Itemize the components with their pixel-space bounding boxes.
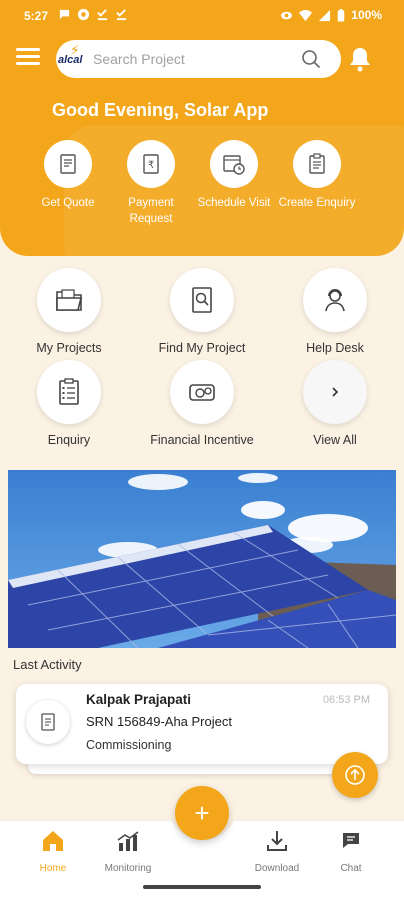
document-icon (41, 713, 55, 731)
download-icon (267, 831, 287, 851)
battery-percent: 100% (351, 8, 382, 22)
message-icon (59, 9, 70, 20)
hamburger-menu-icon[interactable] (16, 48, 40, 68)
app-notification-icon (77, 8, 90, 21)
project-stage: Commissioning (86, 738, 172, 752)
help-desk-label: Help Desk (306, 341, 364, 355)
quote-doc-icon (60, 154, 76, 174)
clipboard-icon (309, 153, 325, 174)
last-activity-card[interactable]: Kalpak Prajapati SRN 156849-Aha Project … (16, 684, 388, 764)
scroll-up-button[interactable] (332, 752, 378, 798)
nav-home-label: Home (39, 863, 67, 874)
search-input[interactable] (93, 49, 293, 69)
battery-icon (338, 8, 345, 22)
notification-bell-icon[interactable] (348, 46, 372, 72)
gesture-home-bar (143, 885, 261, 889)
last-activity-heading: Last Activity (13, 657, 82, 672)
enquiry-label: Enquiry (47, 433, 91, 447)
calendar-clock-icon (223, 155, 245, 175)
get-quote-label: Get Quote (41, 197, 95, 209)
customer-name: Kalpak Prajapati (86, 692, 192, 707)
solar-panels-banner[interactable] (8, 470, 396, 648)
svg-text:₹: ₹ (148, 160, 154, 171)
signal-icon (319, 9, 331, 21)
help-desk-button[interactable]: Help Desk (280, 268, 390, 357)
nav-chat-label: Chat (340, 863, 362, 874)
find-my-project-button[interactable]: Find My Project (147, 268, 257, 357)
check-download-icon (116, 9, 127, 21)
my-projects-label: My Projects (36, 341, 102, 355)
get-quote-button[interactable]: Get Quote (26, 140, 110, 211)
status-notification-icons (58, 8, 128, 21)
project-srn: SRN 156849-Aha Project (86, 714, 232, 729)
status-bar: 5:27 100% (0, 0, 404, 32)
schedule-visit-label: Schedule Visit (197, 197, 271, 209)
chevron-right-icon (332, 387, 339, 397)
create-enquiry-label: Create Enquiry (278, 197, 356, 209)
money-icon (189, 384, 215, 401)
create-enquiry-button[interactable]: Create Enquiry (275, 140, 359, 211)
company-logo-icon: ⚡ alcal (58, 42, 83, 66)
nav-home[interactable]: Home (18, 828, 88, 874)
financial-incentive-button[interactable]: Financial Incentive (147, 360, 257, 449)
nav-chat[interactable]: Chat (316, 828, 386, 874)
view-all-label: View All (313, 433, 357, 447)
chat-icon (343, 833, 359, 848)
my-projects-button[interactable]: My Projects (14, 268, 124, 357)
plus-icon: + (194, 797, 210, 828)
solar-panels-image (8, 470, 396, 648)
check-download-icon (97, 9, 108, 21)
greeting-text: Good Evening, Solar App (52, 100, 269, 120)
nav-download[interactable]: Download (242, 828, 312, 874)
checklist-icon (59, 378, 79, 405)
view-all-button[interactable]: View All (280, 360, 390, 449)
arrow-up-circle-icon (345, 765, 365, 785)
folder-icon (56, 289, 83, 311)
nav-monitoring-label: Monitoring (104, 863, 152, 874)
financial-incentive-label: Financial Incentive (150, 433, 254, 447)
app-header: 5:27 100% ⚡ alcal Good Evening, Solar Ap… (0, 0, 404, 256)
nav-monitoring[interactable]: Monitoring (93, 828, 163, 874)
chart-icon (117, 831, 139, 851)
eye-icon (281, 11, 293, 19)
search-bar: ⚡ alcal (56, 40, 341, 78)
payment-request-label: Payment Request (128, 197, 174, 225)
status-time: 5:27 (24, 9, 49, 23)
home-icon (43, 831, 63, 851)
rupee-doc-icon: ₹ (143, 154, 159, 174)
enquiry-button[interactable]: Enquiry (14, 360, 124, 449)
find-my-project-label: Find My Project (158, 341, 246, 355)
nav-download-label: Download (254, 863, 300, 874)
schedule-visit-button[interactable]: Schedule Visit (192, 140, 276, 211)
add-button[interactable]: + (175, 786, 229, 840)
search-doc-icon (192, 287, 212, 313)
status-system-icons: 100% (280, 8, 382, 22)
activity-time: 06:53 PM (322, 694, 370, 706)
support-agent-icon (325, 289, 345, 312)
payment-request-button[interactable]: ₹ Payment Request (109, 140, 193, 227)
wifi-icon (299, 9, 313, 21)
search-icon[interactable] (301, 49, 321, 69)
